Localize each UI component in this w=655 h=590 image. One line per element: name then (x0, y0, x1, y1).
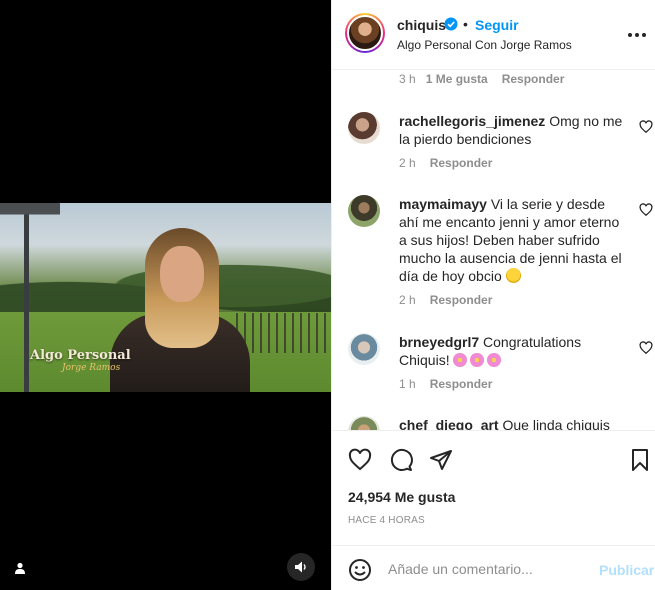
post-location-subtitle[interactable]: Algo Personal Con Jorge Ramos (397, 38, 572, 52)
comment-meta: 3 h 1 Me gusta Responder (399, 72, 564, 86)
post-header: chiquis • Seguir Algo Personal Con Jorge… (332, 0, 655, 70)
commenter-username[interactable]: rachellegoris_jimenez (399, 113, 545, 129)
video-person (105, 228, 255, 392)
follow-button[interactable]: Seguir (475, 17, 519, 33)
post-panel: chiquis • Seguir Algo Personal Con Jorge… (331, 0, 655, 590)
post-media[interactable]: Algo Personal Jorge Ramos (0, 0, 331, 590)
comment-time: 2 h (399, 156, 416, 170)
commenter-username[interactable]: chef_diego_art (399, 417, 499, 430)
post-likes-count[interactable]: 24,954 Me gusta (348, 489, 455, 505)
emoji-icon[interactable] (348, 558, 372, 582)
commenter-avatar[interactable] (348, 195, 380, 227)
flower-emoji-icon (470, 353, 485, 367)
comment-input[interactable] (388, 558, 588, 580)
comment-text-block: maymaimayy Vi la serie y desde ahí me en… (399, 195, 624, 285)
flower-emoji-icon (453, 353, 468, 367)
video-caption-subtitle: Jorge Ramos (62, 363, 121, 373)
comment-likes[interactable]: 1 Me gusta (426, 72, 488, 86)
reply-button[interactable]: Responder (430, 377, 493, 391)
heart-icon[interactable] (639, 203, 653, 217)
sad-face-emoji-icon (505, 268, 521, 283)
sound-icon[interactable] (287, 553, 315, 581)
author-avatar[interactable] (345, 13, 385, 53)
heart-icon[interactable] (639, 341, 653, 355)
reply-button[interactable]: Responder (430, 156, 493, 170)
comment-text: Que linda chiquis (502, 417, 610, 430)
commenter-username[interactable]: maymaimayy (399, 196, 487, 212)
comment-meta: 2 h Responder (399, 293, 492, 307)
reply-button[interactable]: Responder (430, 293, 493, 307)
author-username[interactable]: chiquis (397, 17, 446, 33)
comment-composer: Publicar (332, 545, 655, 590)
comment-icon[interactable] (389, 448, 413, 472)
post-actions: 24,954 Me gusta HACE 4 HORAS (332, 430, 655, 545)
more-options-icon[interactable] (628, 27, 646, 43)
comment-time: 3 h (399, 72, 416, 86)
commenter-avatar[interactable] (348, 333, 380, 365)
comment-time: 2 h (399, 293, 416, 307)
comment-meta: 2 h Responder (399, 156, 492, 170)
video-player[interactable]: Algo Personal Jorge Ramos (0, 203, 331, 392)
comment-meta: 1 h Responder (399, 377, 492, 391)
reply-button[interactable]: Responder (502, 72, 565, 86)
user-tag-icon[interactable] (8, 556, 32, 580)
comments-list[interactable]: 3 h 1 Me gusta Responder rachellegoris_jim… (332, 70, 655, 430)
share-icon[interactable] (429, 448, 453, 472)
heart-icon[interactable] (639, 120, 653, 134)
video-porch (0, 203, 60, 392)
flower-emoji-icon (487, 353, 502, 367)
post-timestamp[interactable]: HACE 4 HORAS (348, 515, 425, 526)
comment-text-block: rachellegoris_jimenez Omg no me la pierd… (399, 112, 624, 148)
comment-text-block: brneyedgrl7 Congratulations Chiquis! (399, 333, 624, 369)
separator-dot: • (463, 16, 468, 32)
commenter-avatar[interactable] (348, 112, 380, 144)
bookmark-icon[interactable] (628, 448, 652, 472)
comment-text-block: chef_diego_art Que linda chiquis (399, 416, 624, 430)
comment-time: 1 h (399, 377, 416, 391)
post-comment-button[interactable]: Publicar (599, 562, 654, 578)
verified-badge-icon (444, 17, 458, 31)
commenter-username[interactable]: brneyedgrl7 (399, 334, 479, 350)
commenter-avatar[interactable] (348, 416, 380, 430)
heart-icon[interactable] (348, 448, 372, 472)
video-caption-title: Algo Personal (30, 348, 131, 363)
